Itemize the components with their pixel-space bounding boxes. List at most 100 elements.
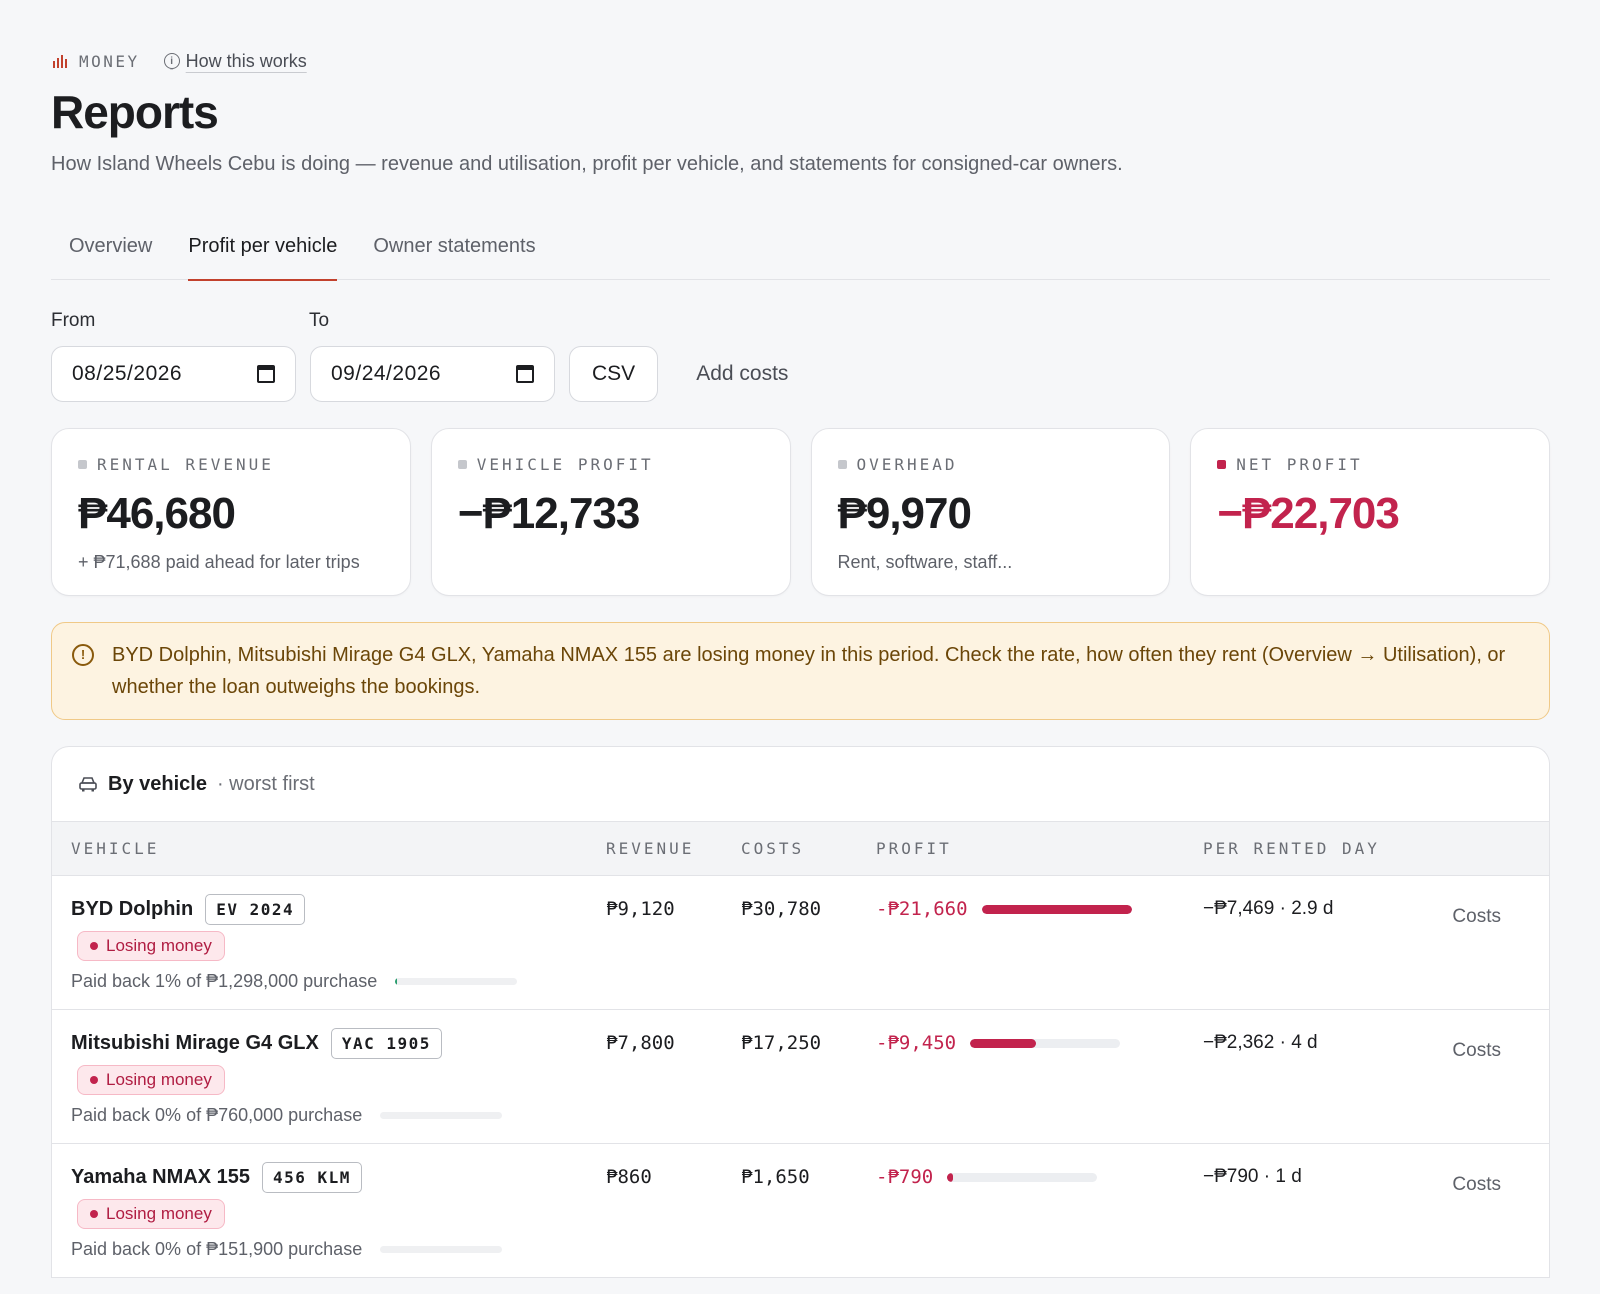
tab-owner-statements[interactable]: Owner statements (355, 222, 553, 279)
payback-fill (395, 978, 398, 985)
profit-bar-fill (947, 1172, 954, 1182)
revenue-cell: ₱860 (606, 1166, 652, 1188)
payback-bar (380, 1112, 503, 1119)
vehicle-line: BYD Dolphin EV 2024 (71, 894, 606, 925)
card-dot (78, 460, 87, 469)
status-text: Losing money (106, 1204, 212, 1223)
col-profit: PROFIT (876, 839, 952, 858)
calendar-icon[interactable] (257, 365, 275, 383)
profit-value: -₱21,660 (876, 898, 968, 920)
page-subtitle: How Island Wheels Cebu is doing — revenu… (51, 153, 1123, 175)
profit-cell: -₱21,660 (876, 894, 1203, 920)
card-label-text: NET PROFIT (1236, 455, 1363, 474)
profit-bar-fill (981, 904, 1132, 914)
table-row: BYD Dolphin EV 2024 Losing money Paid ba… (52, 876, 1549, 1010)
card-value: ₱9,970 (837, 489, 972, 538)
payback-text: Paid back 1% of ₱1,298,000 purchase (71, 971, 378, 991)
payback-line: Paid back 0% of ₱151,900 purchase (71, 1239, 606, 1260)
status-dot (90, 1210, 98, 1218)
tab-overview[interactable]: Overview (51, 222, 170, 279)
losing-money-alert: ! BYD Dolphin, Mitsubishi Mirage G4 GLX,… (51, 622, 1550, 720)
car-icon (79, 777, 97, 792)
from-date-input[interactable]: 08/25/2026 (51, 346, 296, 402)
costs-link[interactable]: Costs (1438, 1162, 1549, 1196)
vehicle-name: BYD Dolphin (71, 898, 194, 920)
card-net-profit: NET PROFIT −₱22,703 (1190, 428, 1550, 596)
card-dot (837, 460, 847, 469)
status-badge: Losing money (77, 931, 225, 961)
status-dot (90, 1076, 98, 1084)
card-note: + ₱71,688 paid ahead for later trips (78, 552, 360, 572)
status-badge: Losing money (77, 1199, 225, 1229)
vehicle-line: Yamaha NMAX 155 456 KLM (71, 1162, 606, 1193)
card-note: Rent, software, staff... (837, 552, 1013, 572)
vehicle-cell: BYD Dolphin EV 2024 Losing money Paid ba… (52, 894, 606, 992)
to-date-input[interactable]: 09/24/2026 (310, 346, 555, 402)
profit-value: -₱790 (876, 1166, 934, 1188)
payback-text: Paid back 0% of ₱760,000 purchase (71, 1105, 363, 1125)
alert-text: BYD Dolphin, Mitsubishi Mirage G4 GLX, Y… (112, 644, 1506, 698)
status-badge: Losing money (77, 1065, 225, 1095)
summary-cards: RENTAL REVENUE ₱46,680 + ₱71,688 paid ah… (51, 428, 1550, 596)
costs-cell: ₱1,650 (741, 1166, 810, 1188)
filter-labels: From To (51, 310, 1550, 332)
table-header: VEHICLE REVENUE COSTS PROFIT PER RENTED … (52, 821, 1549, 876)
vehicle-line: Mitsubishi Mirage G4 GLX YAC 1905 (71, 1028, 606, 1059)
how-this-works-label: How this works (185, 50, 307, 71)
col-vehicle: VEHICLE (71, 839, 160, 858)
costs-link[interactable]: Costs (1438, 894, 1549, 928)
table-row: Yamaha NMAX 155 456 KLM Losing money Pai… (52, 1144, 1549, 1278)
status-text: Losing money (106, 1070, 212, 1089)
status-dot (90, 942, 98, 950)
card-value: ₱46,680 (78, 489, 236, 538)
table-body: BYD Dolphin EV 2024 Losing money Paid ba… (52, 876, 1549, 1278)
card-dot (1217, 460, 1227, 469)
by-vehicle-panel: By vehicle · worst first VEHICLE REVENUE… (51, 746, 1550, 1278)
costs-cell: ₱17,250 (741, 1032, 822, 1054)
add-costs-button[interactable]: Add costs (696, 362, 788, 386)
costs-link[interactable]: Costs (1438, 1028, 1549, 1062)
profit-value: -₱9,450 (876, 1032, 957, 1054)
card-value: −₱12,733 (457, 489, 641, 538)
panel-header: By vehicle · worst first (52, 747, 1549, 821)
table-row: Mitsubishi Mirage G4 GLX YAC 1905 Losing… (52, 1010, 1549, 1144)
reports-page: MONEY i How this works Reports How Islan… (0, 0, 1600, 1278)
from-date-value: 08/25/2026 (72, 362, 183, 385)
card-label: VEHICLE PROFIT (457, 455, 764, 474)
breadcrumb-section: MONEY (79, 51, 140, 71)
vehicle-name: Yamaha NMAX 155 (71, 1166, 250, 1188)
per-rented-day-cell: −₱7,469 · 2.9 d (1203, 898, 1334, 919)
col-per-rented-day: PER RENTED DAY (1203, 839, 1380, 858)
calendar-icon[interactable] (516, 365, 534, 383)
revenue-cell: ₱7,800 (606, 1032, 675, 1054)
profit-bar (947, 1172, 1098, 1182)
panel-title: By vehicle (108, 772, 207, 795)
vehicle-cell: Yamaha NMAX 155 456 KLM Losing money Pai… (52, 1162, 606, 1260)
to-date-value: 09/24/2026 (331, 362, 442, 385)
to-label: To (309, 310, 330, 331)
card-overhead: OVERHEAD ₱9,970 Rent, software, staff... (810, 428, 1171, 596)
how-this-works-link[interactable]: i How this works (163, 50, 307, 72)
card-label-text: VEHICLE PROFIT (476, 455, 654, 474)
plate-badge: EV 2024 (205, 894, 306, 925)
card-label: RENTAL REVENUE (78, 455, 384, 474)
info-icon: i (163, 53, 180, 69)
from-label: From (51, 310, 96, 331)
card-label: OVERHEAD (837, 455, 1144, 474)
col-costs: COSTS (741, 839, 805, 858)
card-dot (457, 460, 467, 469)
card-value: −₱22,703 (1217, 489, 1400, 538)
page-title: Reports (51, 86, 219, 138)
profit-cell: -₱9,450 (876, 1028, 1203, 1054)
payback-line: Paid back 0% of ₱760,000 purchase (71, 1105, 606, 1126)
card-rental-revenue: RENTAL REVENUE ₱46,680 + ₱71,688 paid ah… (51, 428, 411, 596)
status-text: Losing money (106, 936, 212, 955)
col-revenue: REVENUE (606, 839, 695, 858)
tab-profit-per-vehicle[interactable]: Profit per vehicle (170, 222, 355, 281)
card-vehicle-profit: VEHICLE PROFIT −₱12,733 (430, 428, 791, 596)
panel-subtitle: · worst first (216, 772, 315, 795)
profit-bar-fill (970, 1038, 1037, 1048)
breadcrumb: MONEY i How this works (51, 0, 1550, 75)
csv-button[interactable]: CSV (569, 346, 659, 402)
card-label-text: RENTAL REVENUE (97, 455, 274, 474)
